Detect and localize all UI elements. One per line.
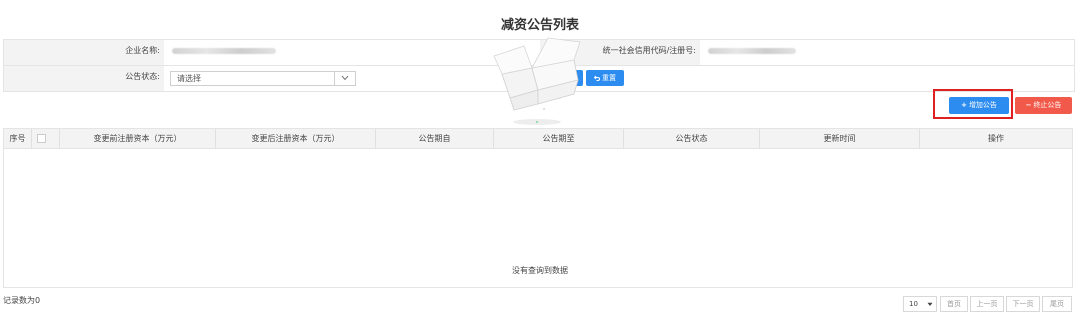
column-header-select bbox=[32, 129, 60, 148]
credit-code-field[interactable] bbox=[700, 40, 1074, 65]
select-all-checkbox[interactable] bbox=[37, 134, 46, 143]
redacted-credit-code bbox=[708, 48, 796, 54]
minus-icon: − bbox=[1025, 101, 1032, 109]
company-name-label: 企业名称: bbox=[4, 40, 164, 65]
column-header-capital-before: 变更前注册资本（万元） bbox=[60, 129, 216, 148]
reset-button[interactable]: 重置 bbox=[586, 70, 624, 86]
chevron-down-icon bbox=[927, 302, 933, 306]
column-header-index: 序号 bbox=[4, 129, 32, 148]
status-select[interactable]: 请选择 bbox=[170, 71, 356, 86]
highlight-box bbox=[933, 89, 1013, 119]
undo-icon bbox=[593, 70, 600, 86]
column-header-status: 公告状态 bbox=[624, 129, 760, 148]
company-name-field[interactable] bbox=[164, 40, 540, 65]
page-size-select[interactable]: 10 bbox=[903, 296, 937, 312]
first-page-button[interactable]: 首页 bbox=[940, 296, 968, 312]
chevron-down-icon bbox=[334, 72, 355, 85]
last-page-button[interactable]: 尾页 bbox=[1042, 296, 1072, 312]
status-select-value: 请选择 bbox=[177, 74, 201, 83]
column-header-capital-after: 变更后注册资本（万元） bbox=[216, 129, 376, 148]
column-header-period-start: 公告期自 bbox=[376, 129, 494, 148]
column-header-actions: 操作 bbox=[988, 134, 1004, 143]
page-size-value: 10 bbox=[909, 300, 918, 308]
redacted-company-name bbox=[172, 48, 276, 54]
stop-announcement-button[interactable]: − 终止公告 bbox=[1015, 97, 1072, 114]
empty-state-text: 没有查询到数据 bbox=[512, 266, 568, 275]
announcement-table: 序号 变更前注册资本（万元） 变更后注册资本（万元） 公告期自 公告期至 公告状… bbox=[3, 128, 1073, 288]
status-label: 公告状态: bbox=[4, 66, 164, 91]
empty-box-icon bbox=[488, 32, 588, 152]
prev-page-button[interactable]: 上一页 bbox=[970, 296, 1004, 312]
page-title: 减资公告列表 bbox=[500, 18, 579, 33]
next-page-button[interactable]: 下一页 bbox=[1006, 296, 1040, 312]
column-header-updated: 更新时间 bbox=[760, 129, 920, 148]
record-count: 记录数为0 bbox=[3, 296, 41, 305]
